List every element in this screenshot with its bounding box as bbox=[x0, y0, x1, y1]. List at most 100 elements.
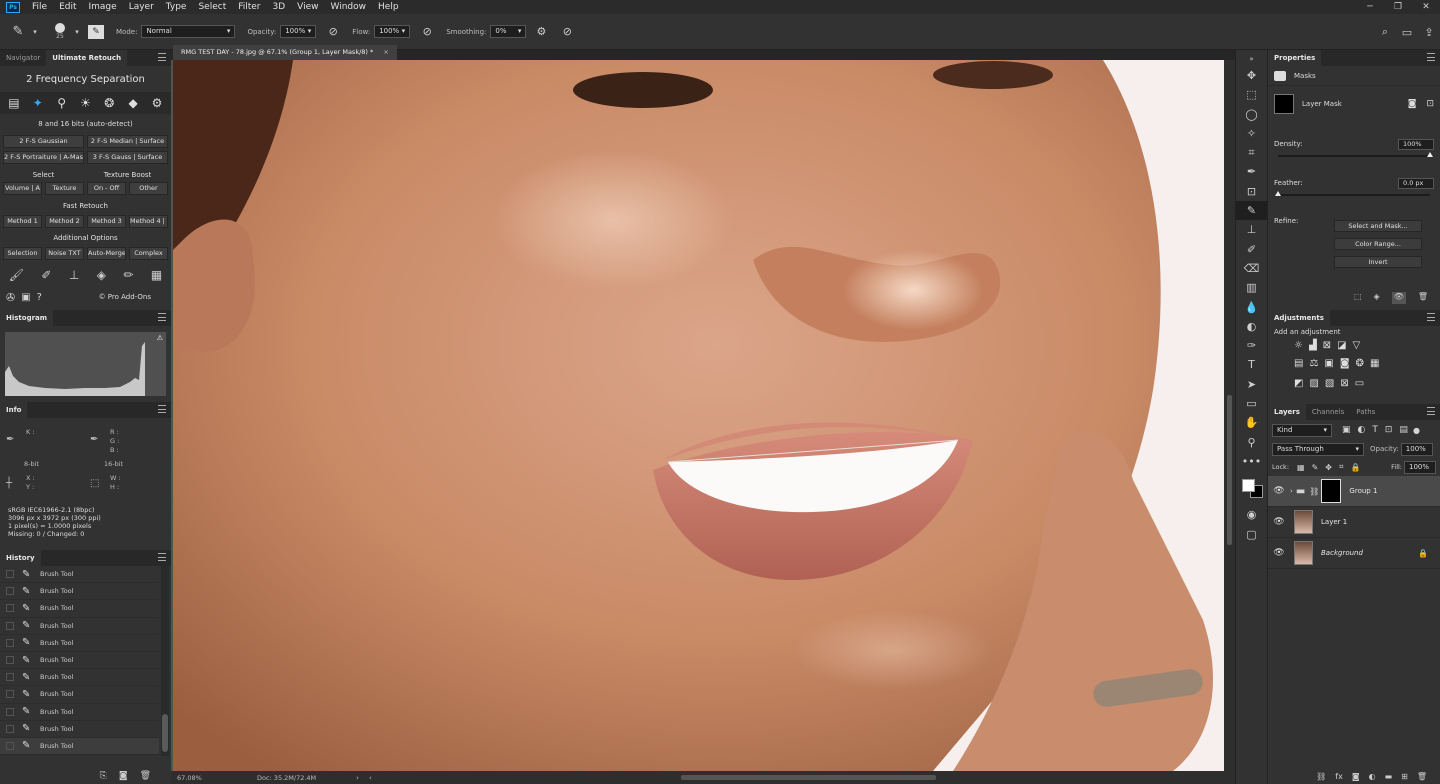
marquee-tool-icon[interactable]: ⬚ bbox=[1236, 85, 1267, 104]
clone-stamp-tool-icon[interactable]: ⊥ bbox=[1236, 220, 1267, 239]
panel-menu-icon[interactable] bbox=[1427, 53, 1435, 61]
tab-properties[interactable]: Properties bbox=[1268, 50, 1322, 66]
path-selection-tool-icon[interactable]: ➤ bbox=[1236, 375, 1267, 394]
history-checkbox[interactable] bbox=[6, 724, 14, 733]
method-3-button[interactable]: Method 3 bbox=[87, 215, 126, 228]
menu-image[interactable]: Image bbox=[83, 0, 123, 14]
method-2-button[interactable]: Method 2 bbox=[45, 215, 84, 228]
new-group-icon[interactable]: ▬ bbox=[1385, 772, 1393, 781]
history-item[interactable]: ✎ Brush Tool bbox=[0, 721, 159, 738]
menu-type[interactable]: Type bbox=[160, 0, 193, 14]
blur-tool-icon[interactable]: 💧 bbox=[1236, 298, 1267, 317]
history-checkbox[interactable] bbox=[6, 638, 14, 647]
diamond-icon[interactable]: ◆ bbox=[124, 96, 142, 110]
filter-toggle-icon[interactable]: ● bbox=[1413, 426, 1420, 435]
trash-icon[interactable]: 🗑 bbox=[1418, 292, 1428, 304]
chevron-right-icon[interactable]: › bbox=[1290, 487, 1293, 495]
visibility-eye-icon[interactable]: 👁 bbox=[1268, 517, 1290, 527]
search-icon[interactable]: ⌕ bbox=[1374, 25, 1396, 39]
panel-menu-icon[interactable] bbox=[1427, 313, 1435, 321]
lock-artboard-icon[interactable]: ⌗ bbox=[1339, 462, 1344, 472]
vibrance-icon[interactable]: ▽ bbox=[1353, 340, 1361, 354]
brush-icon[interactable]: 🖌 bbox=[9, 268, 24, 282]
history-item[interactable]: ✎ Brush Tool bbox=[0, 652, 159, 670]
history-checkbox[interactable] bbox=[6, 621, 14, 630]
history-item[interactable]: ✎ Brush Tool bbox=[0, 583, 159, 601]
menu-layer[interactable]: Layer bbox=[123, 0, 160, 14]
tab-layers[interactable]: Layers bbox=[1268, 404, 1306, 420]
feather-slider[interactable] bbox=[1275, 191, 1430, 196]
density-slider-handle[interactable] bbox=[1427, 152, 1433, 157]
hand-tool-icon[interactable]: ✋ bbox=[1236, 413, 1267, 432]
filter-adjustment-icon[interactable]: ◐ bbox=[1358, 425, 1366, 435]
trash-icon[interactable]: 🗑 bbox=[1417, 772, 1427, 781]
pro-addons-link[interactable]: © Pro Add-Ons bbox=[99, 293, 151, 301]
zoom-tool-icon[interactable]: ⚲ bbox=[1236, 433, 1267, 452]
menu-file[interactable]: File bbox=[26, 0, 53, 14]
feather-slider-handle[interactable] bbox=[1275, 191, 1281, 196]
lock-transparent-icon[interactable]: ▦ bbox=[1297, 463, 1305, 472]
chevron-right-icon[interactable]: › bbox=[356, 774, 359, 782]
screen-mode-icon[interactable]: ▢ bbox=[1236, 525, 1267, 544]
share-icon[interactable]: ⇪ bbox=[1418, 26, 1440, 39]
link-layers-icon[interactable]: ⛓ bbox=[1316, 772, 1326, 781]
link-icon[interactable]: ⛓ bbox=[1309, 487, 1319, 496]
more-tools-icon[interactable]: ••• bbox=[1236, 452, 1267, 471]
curves-icon[interactable]: ⊠ bbox=[1323, 340, 1331, 354]
restore-icon[interactable]: ❐ bbox=[1384, 0, 1412, 14]
canvas-vertical-scrollbar[interactable] bbox=[1224, 60, 1235, 771]
brush-size-picker[interactable]: 25 bbox=[48, 23, 72, 40]
fill-input[interactable]: 100% bbox=[1404, 460, 1436, 474]
color-balance-icon[interactable]: ⚖ bbox=[1309, 358, 1318, 374]
invert-adjustment-icon[interactable]: ◩ bbox=[1294, 378, 1303, 394]
history-item[interactable]: ✎ Brush Tool bbox=[0, 635, 159, 652]
menu-select[interactable]: Select bbox=[192, 0, 232, 14]
history-scrollbar-thumb[interactable] bbox=[162, 714, 168, 752]
color-range-button[interactable]: Color Range... bbox=[1334, 238, 1422, 250]
black-white-icon[interactable]: ▣ bbox=[1324, 358, 1333, 374]
new-layer-icon[interactable]: ⊞ bbox=[1401, 772, 1408, 781]
layer-name[interactable]: Layer 1 bbox=[1321, 518, 1347, 526]
vector-mask-icon[interactable]: ⊡ bbox=[1426, 99, 1434, 109]
help-icon[interactable]: ? bbox=[37, 292, 42, 303]
history-checkbox[interactable] bbox=[6, 587, 14, 596]
layer-name[interactable]: Group 1 bbox=[1349, 487, 1377, 495]
move-tool-icon[interactable]: ✥ bbox=[1236, 66, 1267, 85]
photo-filter-icon[interactable]: ◙ bbox=[1340, 358, 1350, 374]
method-1-button[interactable]: Method 1 bbox=[3, 215, 42, 228]
fs-3-gauss-button[interactable]: 3 F-S Gauss | Surface bbox=[87, 151, 168, 164]
quick-mask-icon[interactable]: ◉ bbox=[1236, 505, 1267, 524]
threshold-icon[interactable]: ▧ bbox=[1325, 378, 1334, 394]
vertical-scroll-thumb[interactable] bbox=[1227, 395, 1232, 545]
kind-filter-select[interactable]: Kind ▾ bbox=[1272, 423, 1332, 437]
airbrush-icon[interactable]: ⊘ bbox=[416, 25, 438, 38]
volume-button[interactable]: Volume | A bbox=[3, 182, 42, 195]
minimize-icon[interactable]: ─ bbox=[1356, 0, 1384, 14]
pressure-size-icon[interactable]: ⊘ bbox=[556, 25, 578, 38]
healing-brush-icon[interactable]: ✐ bbox=[41, 268, 51, 282]
history-checkbox[interactable] bbox=[6, 570, 14, 579]
history-checkbox[interactable] bbox=[6, 707, 14, 716]
workspace-icon[interactable]: ▭ bbox=[1396, 26, 1418, 39]
sun-icon[interactable]: ☀ bbox=[76, 96, 94, 110]
history-item[interactable]: ✎ Brush Tool bbox=[0, 600, 159, 618]
new-document-from-state-icon[interactable]: ⎘ bbox=[100, 771, 107, 781]
close-window-icon[interactable]: ✕ bbox=[1412, 0, 1440, 14]
filter-shape-icon[interactable]: ⊡ bbox=[1385, 425, 1393, 435]
dodge-tool-icon[interactable]: ◐ bbox=[1236, 317, 1267, 336]
menu-3d[interactable]: 3D bbox=[267, 0, 292, 14]
add-mask-icon[interactable]: ◙ bbox=[1352, 772, 1360, 781]
load-selection-icon[interactable]: ⬚ bbox=[1354, 292, 1362, 304]
lock-all-icon[interactable]: 🔒 bbox=[1351, 463, 1361, 472]
history-item[interactable]: ✎ Brush Tool bbox=[0, 669, 159, 687]
new-adjustment-icon[interactable]: ◐ bbox=[1369, 772, 1376, 781]
history-checkbox[interactable] bbox=[6, 690, 14, 699]
trash-icon[interactable]: 🗑 bbox=[140, 771, 151, 781]
noise-txt-button[interactable]: Noise TXT bbox=[45, 247, 84, 260]
layer-row-layer1[interactable]: 👁 Layer 1 bbox=[1268, 507, 1440, 538]
menu-window[interactable]: Window bbox=[325, 0, 373, 14]
circles-icon[interactable]: ❂ bbox=[100, 96, 118, 110]
history-checkbox[interactable] bbox=[6, 673, 14, 682]
visibility-eye-icon[interactable]: 👁 bbox=[1268, 548, 1290, 558]
frame-tool-icon[interactable]: ⊡ bbox=[1236, 182, 1267, 201]
